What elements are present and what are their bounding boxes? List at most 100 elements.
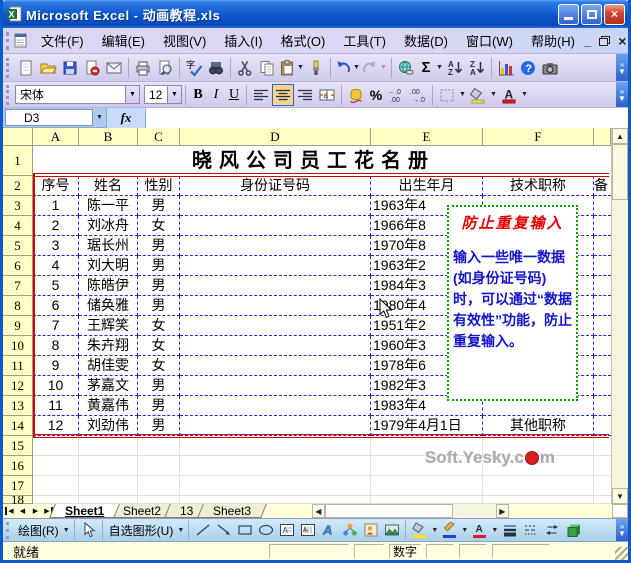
paste-icon[interactable] — [278, 57, 296, 79]
percent-icon[interactable]: % — [367, 84, 385, 106]
table-cell[interactable] — [594, 316, 611, 336]
table-cell[interactable] — [594, 396, 611, 416]
table-cell[interactable]: 11 — [33, 396, 79, 416]
row-header-13[interactable]: 13 — [3, 396, 33, 416]
sort-ascending-icon[interactable]: AZ — [444, 57, 466, 79]
table-header-cell[interactable]: 性别 — [138, 176, 180, 196]
table-header-cell[interactable]: 身份证号码 — [180, 176, 371, 196]
undo-icon[interactable] — [334, 57, 352, 79]
clip-art-icon[interactable] — [360, 520, 381, 540]
fill-color-icon[interactable] — [467, 84, 489, 106]
row-header-3[interactable]: 3 — [3, 196, 33, 216]
camera-icon[interactable] — [539, 57, 561, 79]
table-cell[interactable]: 陈皓伊 — [79, 276, 138, 296]
table-header-cell[interactable]: 出生年月 — [371, 176, 483, 196]
workbook-close-icon[interactable]: × — [618, 36, 626, 46]
draw-line-dropdown-icon[interactable]: ▼ — [460, 527, 469, 534]
draw-fill-color-icon[interactable] — [409, 520, 430, 540]
wordart-icon[interactable]: A — [318, 520, 339, 540]
borders-icon[interactable] — [436, 84, 458, 106]
table-cell[interactable]: 刘劲伟 — [79, 416, 138, 436]
empty-cell[interactable] — [371, 496, 483, 504]
shadow-3d-icon[interactable] — [562, 520, 583, 540]
formula-input[interactable] — [146, 108, 628, 128]
hyperlink-icon[interactable] — [395, 57, 417, 79]
table-cell[interactable] — [594, 336, 611, 356]
decrease-decimal-icon[interactable]: .00→.0 — [407, 84, 429, 106]
empty-cell[interactable] — [594, 436, 611, 456]
dash-style-icon[interactable] — [520, 520, 541, 540]
vertical-text-box-icon[interactable]: A — [297, 520, 318, 540]
redo-dropdown-icon[interactable]: ▼ — [379, 64, 388, 71]
row-header-12[interactable]: 12 — [3, 376, 33, 396]
table-cell[interactable] — [180, 356, 371, 376]
table-cell[interactable]: 刘冰舟 — [79, 216, 138, 236]
row-header-6[interactable]: 6 — [3, 256, 33, 276]
table-cell[interactable] — [594, 296, 611, 316]
table-cell[interactable] — [180, 376, 371, 396]
sheet-tab-Sheet3[interactable]: Sheet3 — [197, 504, 267, 518]
table-cell[interactable]: 男 — [138, 236, 180, 256]
menu-item[interactable]: 视图(V) — [154, 28, 215, 53]
redo-icon[interactable] — [361, 57, 379, 79]
toolbar-grip[interactable] — [6, 58, 11, 78]
empty-cell[interactable] — [180, 456, 371, 476]
next-sheet-icon[interactable]: ▶ — [29, 504, 42, 518]
table-cell[interactable] — [594, 236, 611, 256]
table-cell[interactable]: 女 — [138, 356, 180, 376]
table-cell[interactable]: 6 — [33, 296, 79, 316]
first-sheet-icon[interactable]: ◀ — [3, 504, 16, 518]
table-cell[interactable] — [594, 276, 611, 296]
menu-item[interactable]: 编辑(E) — [93, 28, 154, 53]
italic-button[interactable]: I — [207, 84, 225, 106]
table-cell[interactable]: 7 — [33, 316, 79, 336]
column-header-partial[interactable] — [594, 128, 611, 146]
chart-wizard-icon[interactable] — [495, 57, 517, 79]
menu-item[interactable]: 数据(D) — [395, 28, 457, 53]
draw-fill-dropdown-icon[interactable]: ▼ — [430, 527, 439, 534]
menu-item[interactable]: 插入(I) — [215, 28, 271, 53]
workbook-minimize-icon[interactable]: _ — [584, 36, 591, 46]
row-header-9[interactable]: 9 — [3, 316, 33, 336]
rectangle-icon[interactable] — [234, 520, 255, 540]
arrow-icon[interactable] — [213, 520, 234, 540]
toolbar-grip[interactable] — [6, 85, 11, 105]
table-cell[interactable]: 4 — [33, 256, 79, 276]
oval-icon[interactable] — [255, 520, 276, 540]
table-cell[interactable]: 男 — [138, 416, 180, 436]
arrow-style-icon[interactable] — [541, 520, 562, 540]
autosum-icon[interactable]: Σ — [417, 57, 435, 79]
table-cell[interactable] — [594, 376, 611, 396]
empty-cell[interactable] — [594, 496, 611, 504]
empty-cell[interactable] — [371, 476, 483, 496]
line-style-icon[interactable] — [499, 520, 520, 540]
row-header-16[interactable]: 16 — [3, 456, 33, 476]
table-cell[interactable]: 其他职称 — [483, 416, 594, 436]
draw-line-color-icon[interactable] — [439, 520, 460, 540]
menu-item[interactable]: 格式(O) — [272, 28, 335, 53]
draw-font-color-icon[interactable]: A — [469, 520, 490, 540]
scroll-left-icon[interactable]: ◀ — [312, 504, 325, 518]
empty-cell[interactable] — [79, 436, 138, 456]
close-button[interactable]: × — [604, 4, 625, 25]
table-cell[interactable]: 10 — [33, 376, 79, 396]
print-preview-icon[interactable] — [154, 57, 176, 79]
table-cell[interactable]: 男 — [138, 296, 180, 316]
draw-dropdown-icon[interactable]: ▼ — [62, 527, 71, 534]
mail-icon[interactable] — [103, 57, 125, 79]
table-cell[interactable] — [180, 316, 371, 336]
spelling-icon[interactable]: 字 — [183, 57, 205, 79]
column-header-D[interactable]: D — [180, 128, 371, 146]
row-header-18[interactable]: 18 — [3, 496, 33, 504]
research-icon[interactable] — [205, 57, 227, 79]
row-header-17[interactable]: 17 — [3, 476, 33, 496]
empty-cell[interactable] — [180, 496, 371, 504]
name-box-dropdown-icon[interactable]: ▼ — [93, 114, 106, 121]
merge-center-icon[interactable]: a — [316, 84, 338, 106]
empty-cell[interactable] — [33, 436, 79, 456]
tab-split-handle[interactable] — [612, 504, 628, 518]
table-cell[interactable] — [594, 196, 611, 216]
select-all-corner[interactable] — [3, 128, 33, 146]
column-header-C[interactable]: C — [138, 128, 180, 146]
empty-cell[interactable] — [138, 436, 180, 456]
